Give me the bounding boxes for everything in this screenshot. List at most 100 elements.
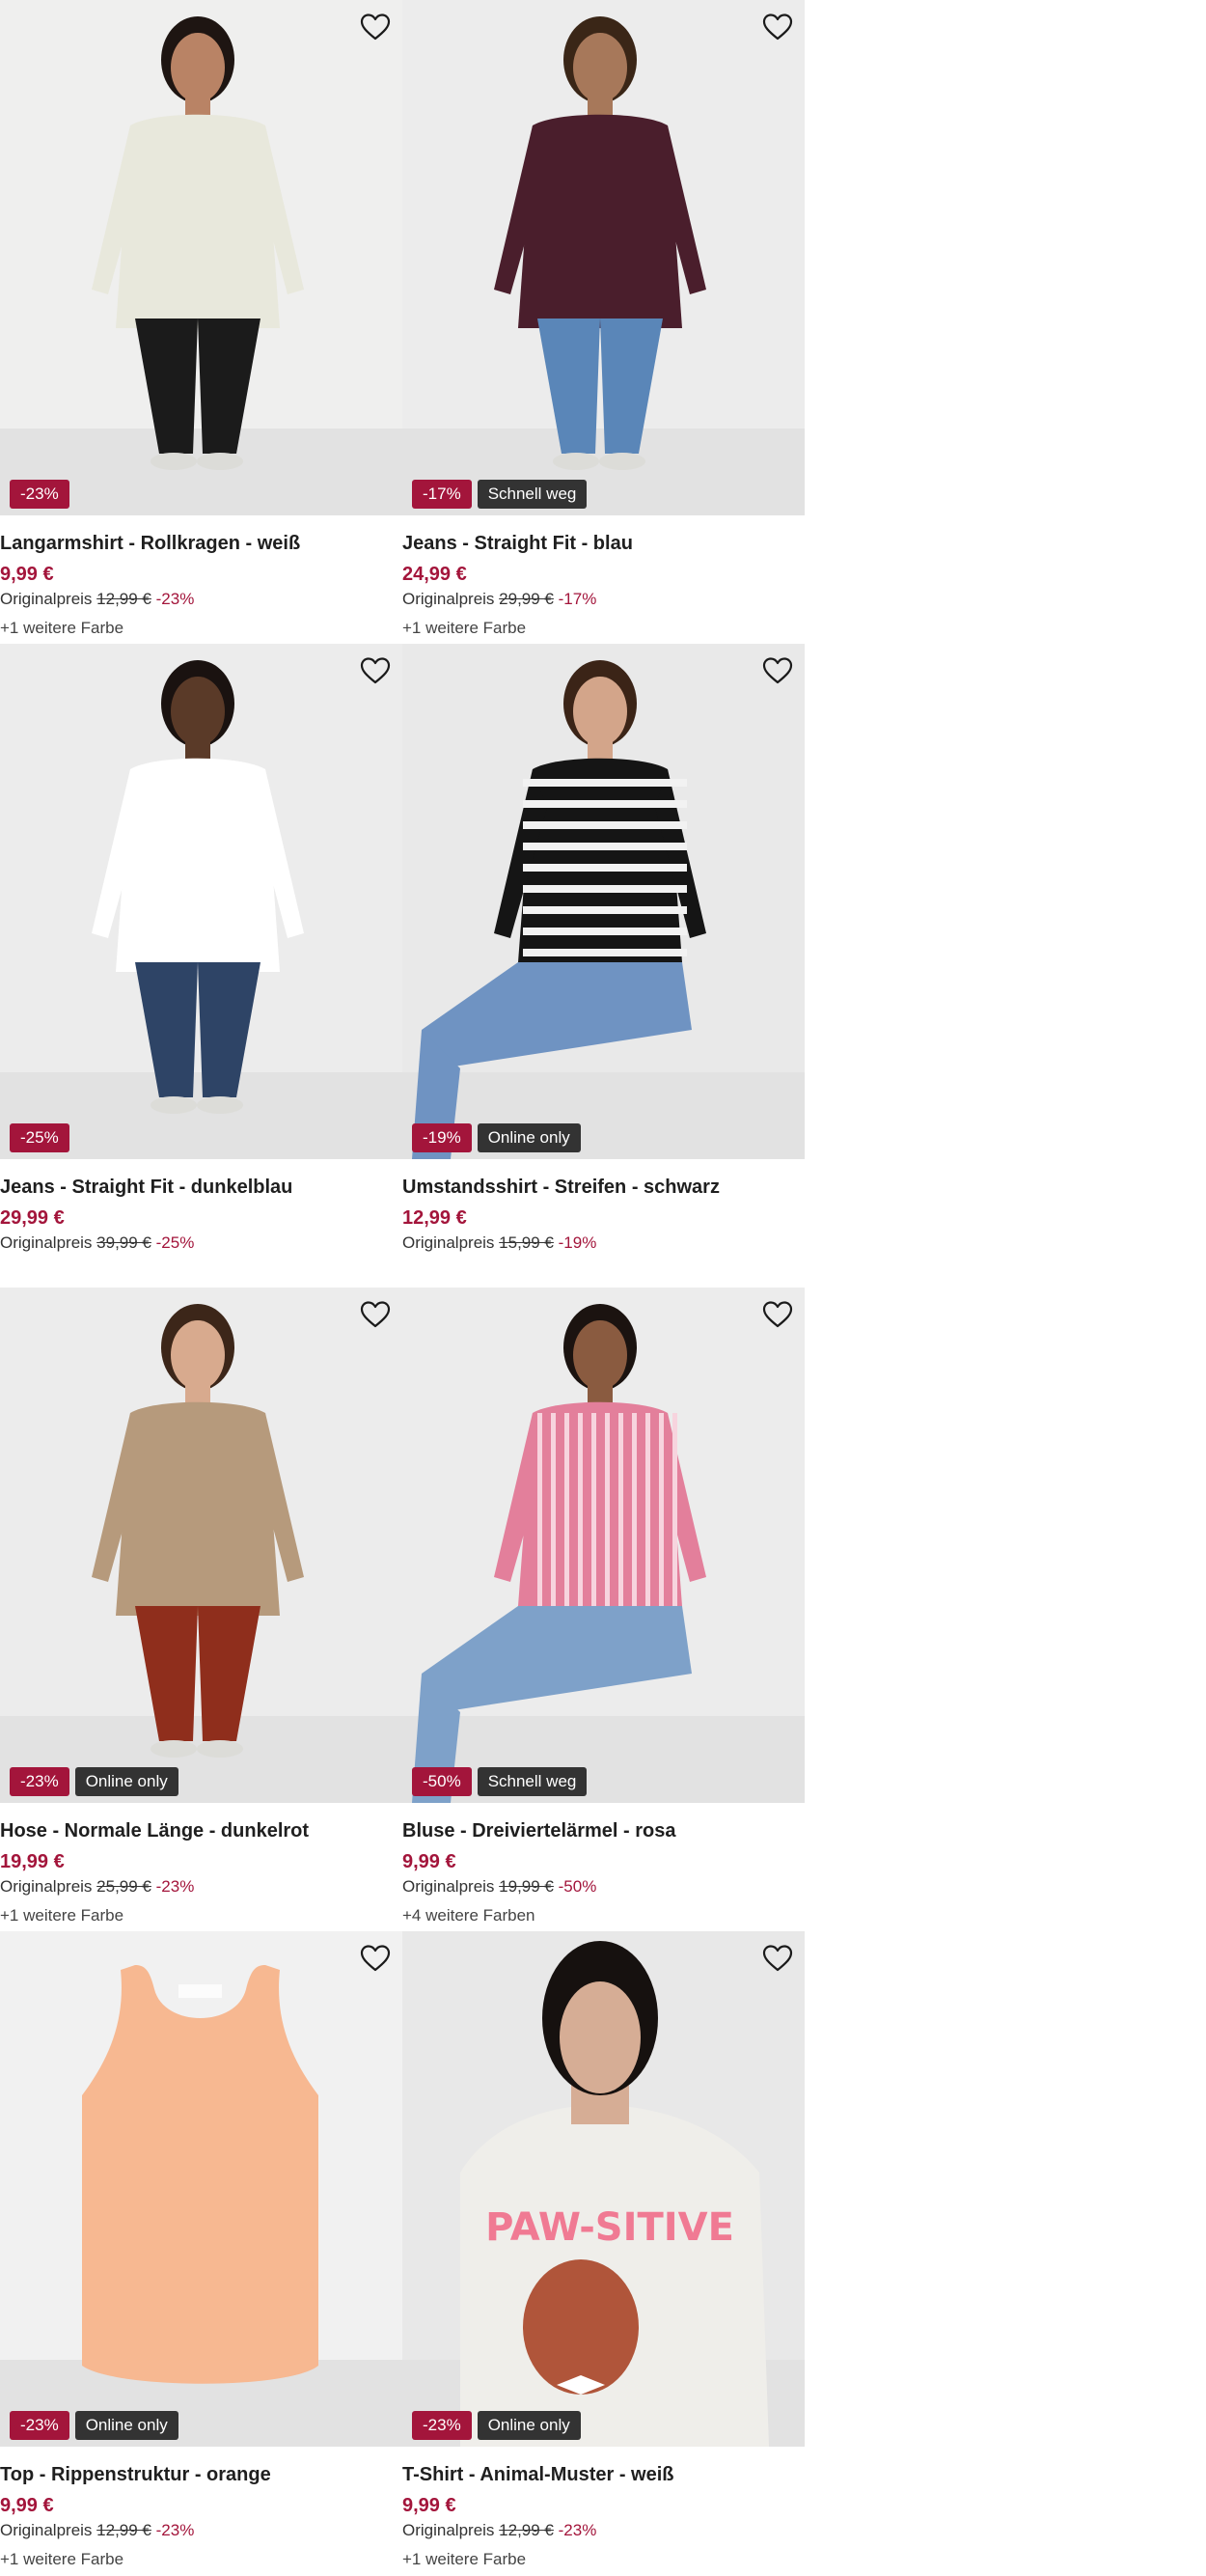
discount-badge: -23% xyxy=(10,1767,69,1796)
heart-icon[interactable] xyxy=(358,1297,393,1332)
discount-percent: -19% xyxy=(558,1233,597,1252)
original-price-label: Originalpreis xyxy=(402,1877,495,1896)
more-colors[interactable]: +1 weitere Farbe xyxy=(402,2549,805,2570)
status-badge: Schnell weg xyxy=(477,1767,588,1796)
product-info: Top - Rippenstruktur - orange 9,99 € Ori… xyxy=(0,2462,402,2570)
product-price: 24,99 € xyxy=(402,564,467,585)
original-price: 39,99 € xyxy=(96,1233,151,1252)
original-price-label: Originalpreis xyxy=(0,1877,93,1896)
product-title[interactable]: Jeans - Straight Fit - blau xyxy=(402,531,805,556)
product-price: 12,99 € xyxy=(402,1207,467,1229)
heart-icon[interactable] xyxy=(358,653,393,688)
discount-badge: -23% xyxy=(412,2411,472,2440)
product-price: 9,99 € xyxy=(402,1851,456,1872)
product-info: Jeans - Straight Fit - blau 24,99 € Orig… xyxy=(402,531,805,639)
product-title[interactable]: Top - Rippenstruktur - orange xyxy=(0,2462,402,2487)
product-card[interactable]: -19% Online only Umstandsshirt - Streife… xyxy=(402,644,805,1288)
product-price: 29,99 € xyxy=(0,1207,65,1229)
discount-percent: -23% xyxy=(558,2521,597,2539)
discount-percent: -50% xyxy=(558,1877,597,1896)
original-price-line: Originalpreis 29,99 € -17% xyxy=(402,589,805,610)
product-title[interactable]: Jeans - Straight Fit - dunkelblau xyxy=(0,1175,402,1200)
heart-icon[interactable] xyxy=(358,10,393,44)
more-colors[interactable]: +1 weitere Farbe xyxy=(0,618,402,639)
discount-percent: -25% xyxy=(155,1233,195,1252)
discount-badge: -23% xyxy=(10,2411,69,2440)
original-price-line: Originalpreis 15,99 € -19% xyxy=(402,1233,805,1254)
product-card[interactable]: -23% Online only Top - Rippenstruktur - … xyxy=(0,1931,402,2575)
badges: -23% Online only xyxy=(10,2411,178,2440)
product-card[interactable]: -25% Jeans - Straight Fit - dunkelblau 2… xyxy=(0,644,402,1288)
badges: -23% Online only xyxy=(10,1767,178,1796)
product-info: Bluse - Dreiviertelärmel - rosa 9,99 € O… xyxy=(402,1818,805,1926)
original-price: 25,99 € xyxy=(96,1877,151,1896)
badges: -23% Online only xyxy=(412,2411,581,2440)
product-price: 9,99 € xyxy=(0,2495,54,2516)
product-info: Hose - Normale Länge - dunkelrot 19,99 €… xyxy=(0,1818,402,1926)
more-colors[interactable]: +1 weitere Farbe xyxy=(0,2549,402,2570)
original-price: 19,99 € xyxy=(499,1877,554,1896)
original-price: 29,99 € xyxy=(499,590,554,608)
product-image[interactable] xyxy=(402,0,805,515)
product-card[interactable]: PAW-SITIVE -23% Online only T-Shirt - An… xyxy=(402,1931,805,2575)
status-badge: Online only xyxy=(74,2411,178,2440)
original-price-line: Originalpreis 25,99 € -23% xyxy=(0,1876,402,1897)
product-info: T-Shirt - Animal-Muster - weiß 9,99 € Or… xyxy=(402,2462,805,2570)
original-price-line: Originalpreis 12,99 € -23% xyxy=(0,2520,402,2541)
heart-icon[interactable] xyxy=(358,1941,393,1976)
discount-percent: -23% xyxy=(155,2521,195,2539)
product-image[interactable]: PAW-SITIVE xyxy=(402,1931,805,2447)
product-card[interactable]: -23% Langarmshirt - Rollkragen - weiß 9,… xyxy=(0,0,402,644)
product-title[interactable]: Hose - Normale Länge - dunkelrot xyxy=(0,1818,402,1843)
original-price: 12,99 € xyxy=(96,2521,151,2539)
product-image[interactable] xyxy=(0,1931,402,2447)
original-price: 12,99 € xyxy=(499,2521,554,2539)
original-price-label: Originalpreis xyxy=(402,2521,495,2539)
original-price: 15,99 € xyxy=(499,1233,554,1252)
discount-percent: -17% xyxy=(558,590,597,608)
original-price-line: Originalpreis 39,99 € -25% xyxy=(0,1233,402,1254)
original-price-label: Originalpreis xyxy=(0,2521,93,2539)
discount-badge: -17% xyxy=(412,480,472,509)
product-image[interactable] xyxy=(402,644,805,1159)
heart-icon[interactable] xyxy=(760,1297,795,1332)
original-price: 12,99 € xyxy=(96,590,151,608)
product-price: 9,99 € xyxy=(0,564,54,585)
product-info: Umstandsshirt - Streifen - schwarz 12,99… xyxy=(402,1175,805,1254)
original-price-line: Originalpreis 12,99 € -23% xyxy=(0,589,402,610)
product-info: Langarmshirt - Rollkragen - weiß 9,99 € … xyxy=(0,531,402,639)
original-price-line: Originalpreis 12,99 € -23% xyxy=(402,2520,805,2541)
product-card[interactable]: -50% Schnell weg Bluse - Dreiviertelärme… xyxy=(402,1288,805,1931)
discount-badge: -25% xyxy=(10,1123,69,1152)
product-image[interactable] xyxy=(0,1288,402,1803)
status-badge: Online only xyxy=(477,2411,581,2440)
badges: -17% Schnell weg xyxy=(412,480,588,509)
discount-badge: -19% xyxy=(412,1123,472,1152)
product-card[interactable]: -23% Online only Hose - Normale Länge - … xyxy=(0,1288,402,1931)
discount-percent: -23% xyxy=(155,1877,195,1896)
original-price-label: Originalpreis xyxy=(402,1233,495,1252)
product-card[interactable]: -17% Schnell weg Jeans - Straight Fit - … xyxy=(402,0,805,644)
product-price: 19,99 € xyxy=(0,1851,65,1872)
more-colors[interactable]: +1 weitere Farbe xyxy=(402,618,805,639)
product-image[interactable] xyxy=(0,644,402,1159)
heart-icon[interactable] xyxy=(760,10,795,44)
original-price-label: Originalpreis xyxy=(402,590,495,608)
badges: -23% xyxy=(10,480,69,509)
product-image[interactable] xyxy=(402,1288,805,1803)
heart-icon[interactable] xyxy=(760,653,795,688)
heart-icon[interactable] xyxy=(760,1941,795,1976)
product-image[interactable] xyxy=(0,0,402,515)
badges: -25% xyxy=(10,1123,69,1152)
original-price-label: Originalpreis xyxy=(0,590,93,608)
discount-badge: -50% xyxy=(412,1767,472,1796)
product-title[interactable]: Bluse - Dreiviertelärmel - rosa xyxy=(402,1818,805,1843)
original-price-line: Originalpreis 19,99 € -50% xyxy=(402,1876,805,1897)
more-colors[interactable]: +4 weitere Farben xyxy=(402,1905,805,1926)
product-title[interactable]: Umstandsshirt - Streifen - schwarz xyxy=(402,1175,805,1200)
status-badge: Online only xyxy=(74,1767,178,1796)
more-colors[interactable]: +1 weitere Farbe xyxy=(0,1905,402,1926)
product-title[interactable]: Langarmshirt - Rollkragen - weiß xyxy=(0,531,402,556)
discount-badge: -23% xyxy=(10,480,69,509)
product-title[interactable]: T-Shirt - Animal-Muster - weiß xyxy=(402,2462,805,2487)
